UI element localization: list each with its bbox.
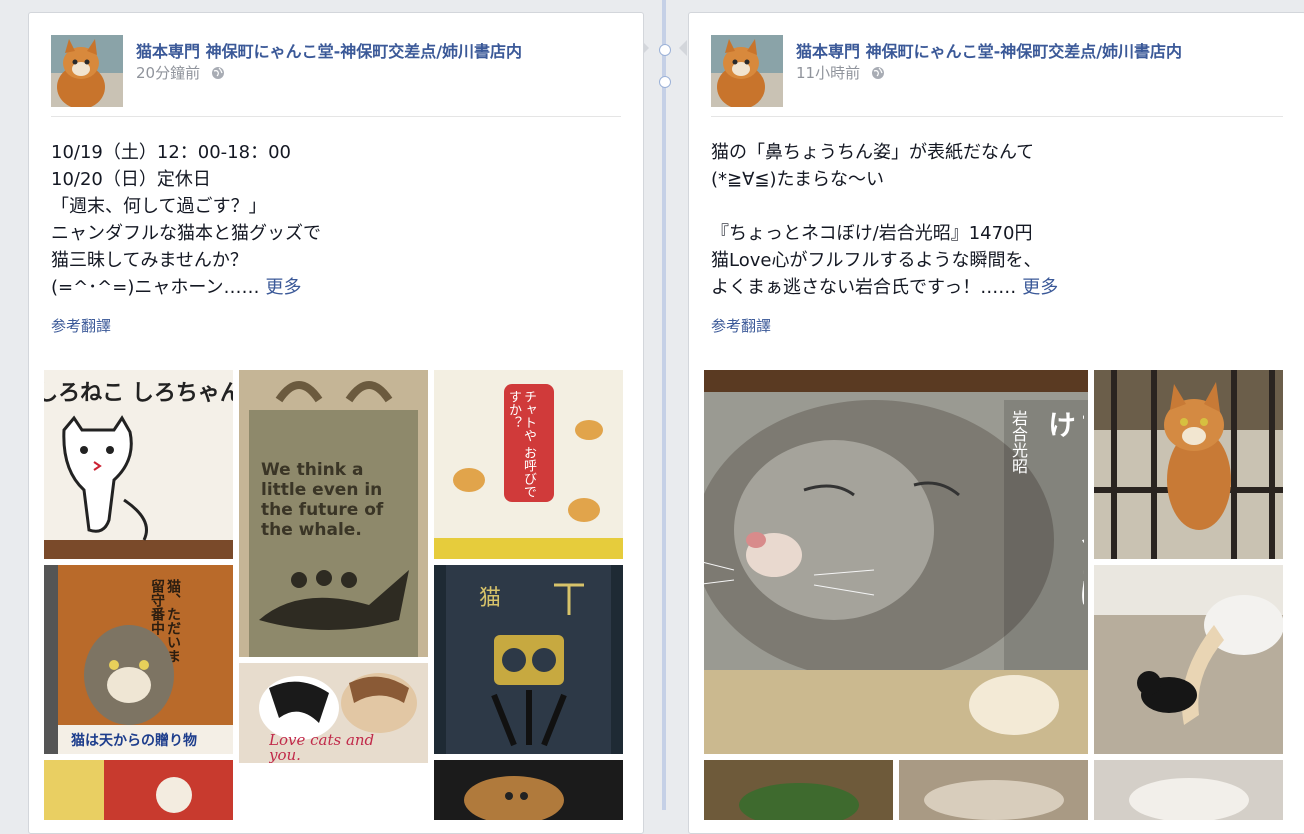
post-text-line: 『ちょっとネコぼけ/岩合光昭』1470円 (711, 223, 1033, 244)
photo-misc[interactable] (44, 760, 233, 820)
timeline-spine (662, 0, 666, 810)
photo-book-title: ちょっとネコぼけ (1044, 410, 1084, 606)
photo-misc[interactable] (704, 760, 893, 820)
timeline-dot (659, 76, 671, 88)
photo-misc[interactable] (434, 760, 623, 820)
photo-tadaima-book[interactable]: 猫、ただいま 留守番中 猫は天からの贈り物 (44, 565, 233, 754)
post-header: 猫本専門 神保町にゃんこ堂-神保町交差点/姉川書店内 11小時前 (711, 35, 1283, 107)
post-header: 猫本専門 神保町にゃんこ堂-神保町交差点/姉川書店内 20分鐘前 (51, 35, 621, 107)
post-text-line: 猫の「鼻ちょうちん姿」が表紙だなんて (711, 142, 1035, 163)
globe-icon (871, 66, 885, 84)
photo-cat-on-fence[interactable] (1094, 370, 1283, 559)
timeline-dot (659, 44, 671, 56)
photo-book-cover-sleeping-cat[interactable]: ちょっとネコぼけ 岩合光昭 (704, 370, 1088, 754)
post-text-line: 猫三昧してみませんか？ (51, 250, 248, 271)
post-text-ending: (=^･^=)ニャホーン…… (51, 277, 260, 298)
post-text-line: ニャンダフルな猫本と猫グッズで (51, 223, 321, 244)
post-text-ending: よくまぁ逃さない岩合氏ですっ！…… (711, 277, 1017, 298)
photo-chaya-book[interactable]: チャトや お呼びですか？ (434, 370, 623, 559)
photo-book-title: チャトや お呼びですか？ (506, 390, 536, 499)
see-translation-link[interactable]: 参考翻譯 (51, 315, 111, 336)
globe-icon (211, 66, 225, 84)
photo-book-author: 岩合光昭 (1009, 410, 1028, 474)
author-name-link[interactable]: 猫本専門 神保町にゃんこ堂-神保町交差点/姉川書店内 (796, 38, 1182, 62)
post-text-line: 10/20（日）定休日 (51, 169, 211, 190)
post-pointer (679, 40, 687, 56)
photo-misc[interactable] (899, 760, 1088, 820)
post-text-line: 「週末、何して過ごす？」 (51, 196, 267, 217)
avatar[interactable] (711, 35, 783, 107)
photo-whale-bag[interactable]: We think a little even in the future of … (239, 370, 428, 657)
photo-misc[interactable] (1094, 760, 1283, 820)
see-more-link[interactable]: 更多 (265, 277, 301, 298)
header-divider (711, 116, 1283, 117)
photo-love-text: Love cats and you. (269, 733, 375, 763)
photo-pelican[interactable] (1094, 565, 1283, 754)
header-divider (51, 116, 621, 117)
post-meta: 11小時前 (796, 62, 885, 84)
avatar[interactable] (51, 35, 123, 107)
photo-neko-sign[interactable]: 猫 (434, 565, 623, 754)
post-text-line: 10/19（土）12：00-18：00 (51, 142, 291, 163)
see-translation-link[interactable]: 参考翻譯 (711, 315, 771, 336)
post-meta: 20分鐘前 (136, 62, 225, 84)
post-timestamp[interactable]: 11小時前 (796, 64, 860, 82)
post-text: 10/19（土）12：00-18：00 10/20（日）定休日 「週末、何して過… (51, 139, 611, 301)
see-more-link[interactable]: 更多 (1022, 277, 1058, 298)
author-name-link[interactable]: 猫本専門 神保町にゃんこ堂-神保町交差点/姉川書店内 (136, 38, 522, 62)
photo-sign-kanji: 猫 (479, 586, 501, 611)
post-text-line-last: よくまぁ逃さない岩合氏ですっ！…… 更多 (711, 274, 1271, 301)
post-card: 猫本専門 神保町にゃんこ堂-神保町交差点/姉川書店内 11小時前 猫の「鼻ちょう… (688, 12, 1304, 834)
post-text-line-blank (711, 193, 1271, 220)
photo-bag-text: We think a little even in the future of … (261, 460, 384, 540)
post-timestamp[interactable]: 20分鐘前 (136, 64, 200, 82)
post-text: 猫の「鼻ちょうちん姿」が表紙だなんて (*≧∀≦)たまらな〜い 『ちょっとネコぼ… (711, 139, 1271, 301)
post-text-line-last: (=^･^=)ニャホーン…… 更多 (51, 274, 611, 301)
post-card: 猫本専門 神保町にゃんこ堂-神保町交差点/姉川書店内 20分鐘前 10/19（土… (28, 12, 644, 834)
post-text-line: 猫Love心がフルフルするような瞬間を、 (711, 250, 1042, 271)
photo-book-subtitle: 猫は天からの贈り物 (71, 732, 197, 749)
photo-shiro-book[interactable]: しろねこ しろちゃん (44, 370, 233, 559)
photo-love-cats[interactable]: Love cats and you. (239, 663, 428, 763)
photo-book-title: しろねこ しろちゃん (44, 381, 233, 406)
post-text-line: (*≧∀≦)たまらな〜い (711, 169, 884, 190)
